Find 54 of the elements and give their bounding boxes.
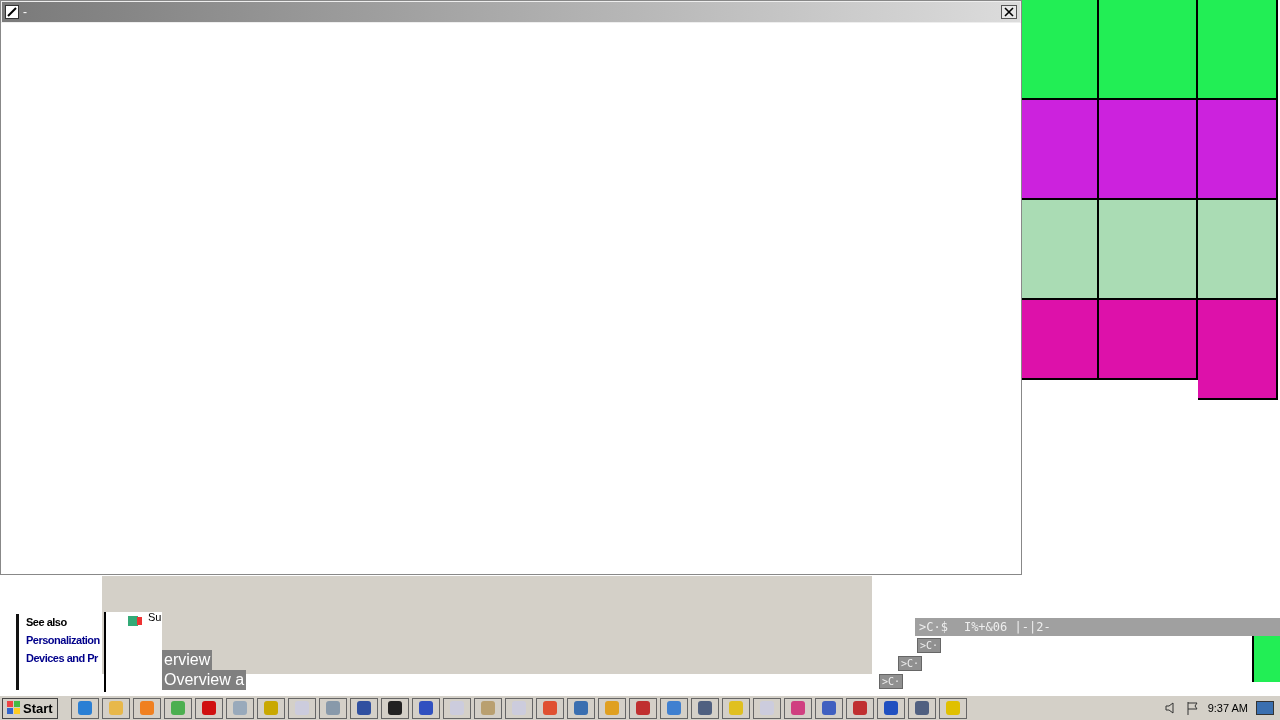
app-icon — [572, 700, 589, 716]
close-icon — [1004, 7, 1014, 17]
garbled-text: >C·$ — [919, 620, 948, 634]
four-square-logo-icon — [7, 701, 21, 715]
pencil-icon — [5, 5, 19, 19]
app-icon — [231, 700, 248, 716]
color-tile — [1252, 636, 1280, 682]
app-icon — [789, 700, 806, 716]
app-icon — [262, 700, 279, 716]
tree-label: Su — [148, 611, 162, 623]
garbled-text: I%+&06 |-|2- — [963, 620, 1051, 634]
app-icon — [76, 700, 93, 716]
app-icon — [541, 700, 558, 716]
help-link[interactable]: Personalization — [26, 634, 100, 646]
start-button[interactable]: Start — [2, 697, 58, 719]
app-icon — [510, 700, 527, 716]
app-icon — [696, 700, 713, 716]
app-icon — [293, 700, 310, 716]
app-icon — [417, 700, 434, 716]
help-link[interactable]: Devices and Pr — [26, 652, 100, 664]
window-title: - — [23, 5, 27, 19]
app-icon — [727, 700, 744, 716]
folder-icon — [128, 614, 144, 626]
app-icon — [107, 700, 124, 716]
flag-icon — [1185, 701, 1200, 715]
app-icon — [634, 700, 651, 716]
overview-label: erview — [162, 650, 213, 670]
app-icon — [479, 700, 496, 716]
clock: 9:37 AM — [1207, 702, 1248, 714]
garbled-label: >C· — [879, 674, 904, 689]
app-icon — [758, 700, 775, 716]
help-heading: See also — [26, 616, 68, 628]
app-icon — [944, 700, 961, 716]
taskbar-button[interactable] — [876, 697, 905, 719]
app-icon — [665, 700, 682, 716]
taskbar-button[interactable] — [349, 697, 378, 719]
app-icon — [324, 700, 341, 716]
app-icon — [200, 700, 217, 716]
taskbar-button[interactable] — [380, 697, 409, 719]
app-icon — [882, 700, 899, 716]
app-icon — [138, 700, 155, 716]
app-icon — [851, 700, 868, 716]
app-icon — [448, 700, 465, 716]
app-icon — [820, 700, 837, 716]
app-icon — [603, 700, 620, 716]
app-icon — [913, 700, 930, 716]
garbled-label: >C· — [898, 656, 923, 671]
garbled-label: >C· — [917, 638, 942, 653]
close-button[interactable] — [1001, 5, 1017, 19]
app-icon — [169, 700, 186, 716]
taskbar-button[interactable] — [411, 697, 440, 719]
app-icon — [355, 700, 372, 716]
app-icon — [386, 700, 403, 716]
overview-label: Overview a — [162, 670, 247, 690]
